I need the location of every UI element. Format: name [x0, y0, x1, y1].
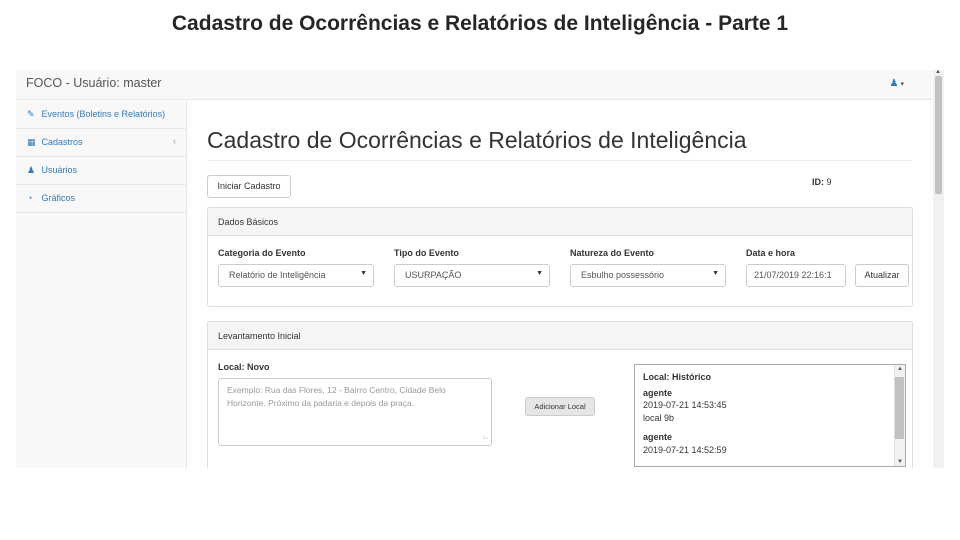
history-title: Local: Histórico	[643, 372, 712, 382]
categoria-select[interactable]: Relatório de Inteligência ▼	[218, 264, 374, 287]
chevron-down-icon: ▼	[536, 270, 543, 277]
scroll-up-icon[interactable]: ▲	[935, 70, 941, 75]
panel-heading: Dados Básicos	[208, 208, 912, 236]
main-content: Cadastro de Ocorrências e Relatórios de …	[187, 101, 932, 468]
local-label: Local: Novo	[218, 362, 270, 372]
id-value: 9	[826, 177, 832, 187]
sidebar-item-label: Cadastros	[41, 137, 83, 147]
slide-title: Cadastro de Ocorrências e Relatórios de …	[171, 12, 789, 35]
edit-icon: ✎	[27, 109, 35, 119]
history-entry: agente 2019-07-21 14:52:59	[643, 431, 727, 456]
user-menu[interactable]: ♟ ▾	[890, 78, 904, 89]
start-button[interactable]: Iniciar Cadastro	[207, 175, 291, 198]
tipo-select[interactable]: USURPAÇÃO ▼	[394, 264, 550, 287]
navbar: FOCO - Usuário: master ♟ ▾	[16, 70, 932, 100]
natureza-label: Natureza do Evento	[570, 248, 655, 258]
panel-levantamento: Levantamento Inicial Local: Novo Exemplo…	[207, 321, 913, 468]
data-label: Data e hora	[746, 248, 796, 258]
natureza-value: Esbulho possessório	[581, 270, 665, 280]
update-button[interactable]: Atualizar	[855, 264, 909, 287]
chevron-down-icon: ▼	[712, 270, 719, 277]
users-icon: ♟	[27, 165, 36, 175]
resize-handle-icon[interactable]: ∟	[482, 432, 489, 445]
history-author: agente	[643, 432, 673, 442]
chevron-left-icon: ‹	[173, 136, 176, 146]
categoria-value: Relatório de Inteligência	[229, 270, 326, 280]
natureza-select[interactable]: Esbulho possessório ▼	[570, 264, 726, 287]
id-label: ID:	[812, 177, 824, 187]
brand-label[interactable]: FOCO - Usuário: master	[26, 76, 161, 90]
panel-dados-basicos: Dados Básicos Categoria do Evento Relató…	[207, 207, 913, 307]
scroll-up-icon[interactable]: ▲	[897, 366, 903, 372]
history-text: local 9b	[643, 412, 675, 423]
app-window: FOCO - Usuário: master ♟ ▾ ✎ Eventos (Bol…	[16, 70, 944, 468]
sidebar-item-label: Usuários	[41, 165, 78, 175]
sidebar-item-label: Eventos (Boletins e Relatórios)	[41, 109, 166, 119]
chevron-down-icon: ▼	[360, 270, 367, 277]
sidebar-item-graficos[interactable]: ◔ Gráficos	[16, 185, 186, 213]
scroll-thumb[interactable]	[895, 377, 904, 439]
chevron-down-icon: ▾	[900, 81, 904, 88]
table-icon: ▦	[27, 137, 36, 147]
sidebar: ✎ Eventos (Boletins e Relatórios) ▦ Cada…	[16, 101, 187, 468]
local-textarea[interactable]: Exemplo: Rua das Flores, 12 - Bairro Cen…	[218, 378, 492, 446]
local-placeholder: Exemplo: Rua das Flores, 12 - Bairro Cen…	[227, 385, 446, 408]
dashboard-icon: ◔	[27, 193, 33, 203]
page-scroll-thumb[interactable]	[935, 76, 942, 194]
record-id: ID: 9	[812, 177, 832, 187]
add-local-button[interactable]: Adicionar Local	[525, 397, 595, 416]
sidebar-item-usuarios[interactable]: ♟ Usuários	[16, 157, 186, 185]
panel-heading: Levantamento Inicial	[208, 322, 912, 350]
sidebar-item-label: Gráficos	[41, 193, 76, 203]
history-author: agente	[643, 387, 673, 398]
tipo-value: USURPAÇÃO	[405, 270, 462, 280]
user-icon: ♟	[889, 78, 899, 89]
history-entry: agente 2019-07-21 14:53:45 local 9b	[643, 387, 727, 425]
history-timestamp: 2019-07-21 14:52:59	[643, 444, 727, 455]
sidebar-item-cadastros[interactable]: ▦ Cadastros ‹	[16, 129, 186, 157]
datetime-input[interactable]: 21/07/2019 22:16:1	[746, 264, 846, 287]
tipo-label: Tipo do Evento	[394, 248, 459, 258]
history-list: Local: Histórico agente 2019-07-21 14:53…	[643, 371, 727, 463]
categoria-label: Categoria do Evento	[218, 248, 306, 258]
page-scrollbar[interactable]: ▲	[933, 70, 944, 468]
history-timestamp: 2019-07-21 14:53:45	[643, 400, 727, 410]
divider	[207, 160, 912, 161]
sidebar-item-eventos[interactable]: ✎ Eventos (Boletins e Relatórios)	[16, 101, 186, 129]
scroll-down-icon[interactable]: ▼	[897, 459, 903, 465]
history-scrollbar[interactable]: ▲ ▼	[894, 365, 905, 466]
page-title: Cadastro de Ocorrências e Relatórios de …	[207, 127, 747, 153]
history-box[interactable]: Local: Histórico agente 2019-07-21 14:53…	[634, 364, 906, 467]
